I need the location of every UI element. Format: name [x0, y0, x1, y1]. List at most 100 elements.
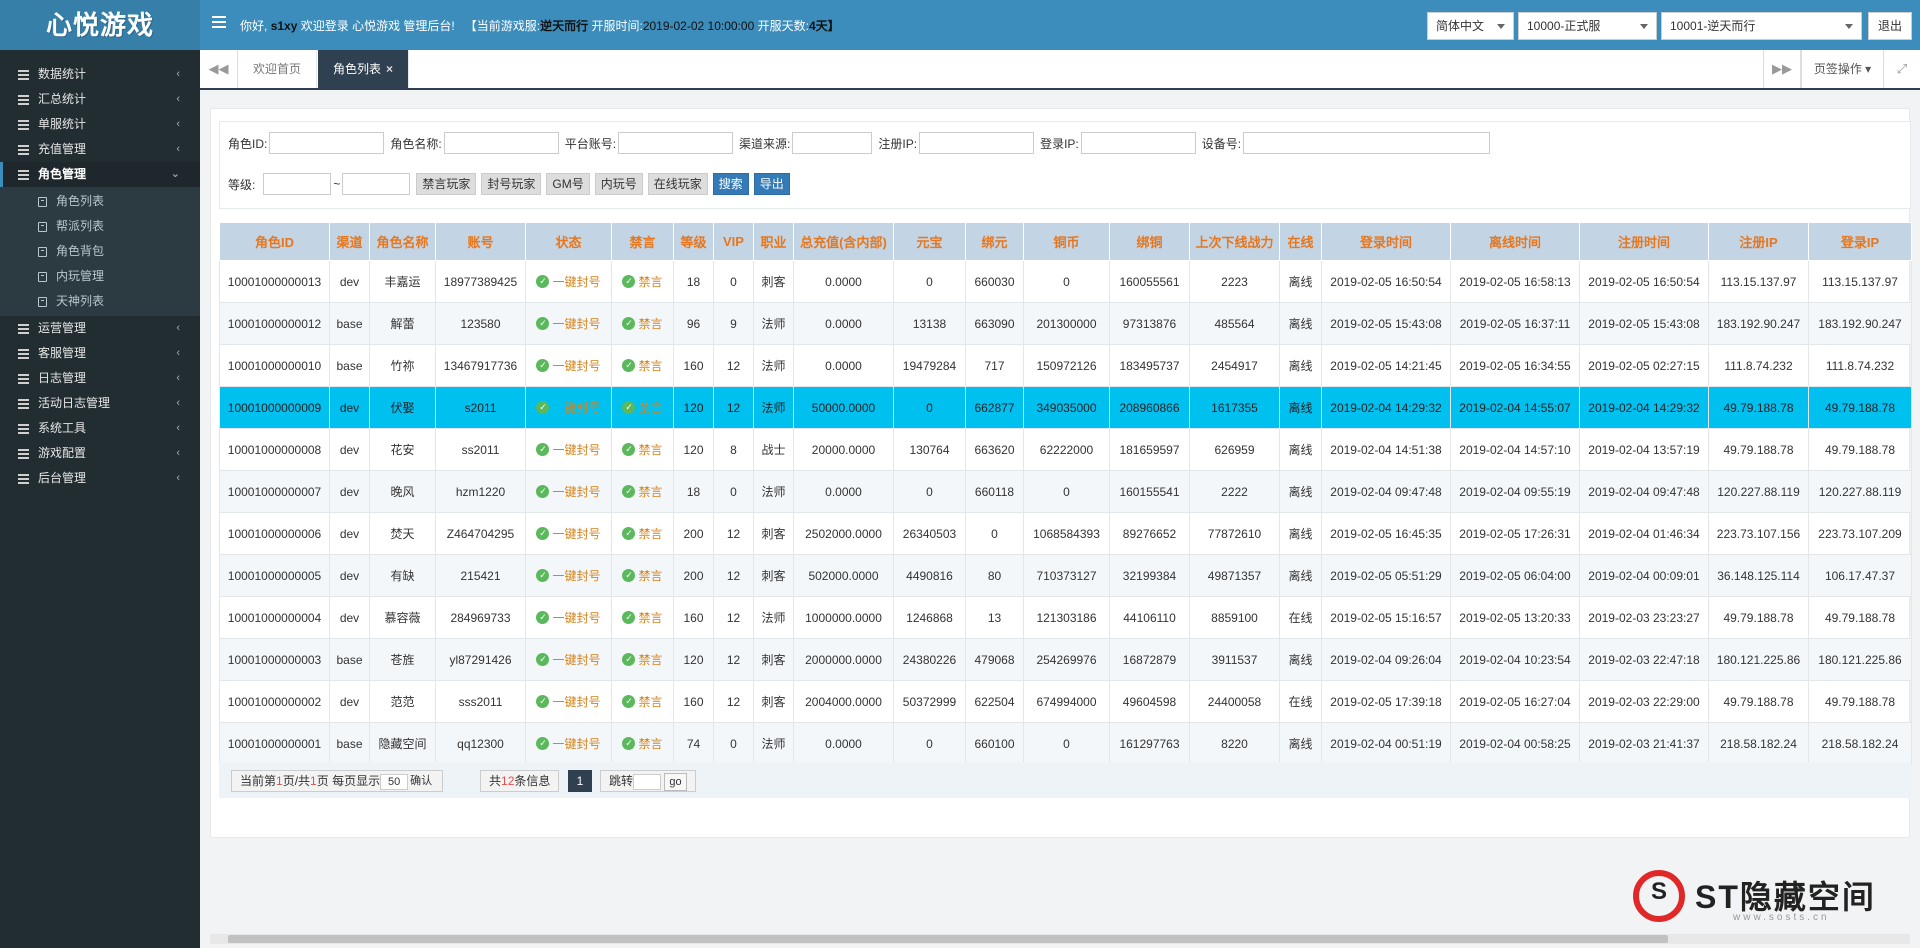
channel-input[interactable]: [792, 132, 873, 154]
column-header[interactable]: 注册IP: [1708, 222, 1809, 261]
sidebar-item-a6[interactable]: 后台管理 ‹: [0, 466, 200, 491]
mute-button[interactable]: ✓ 禁言: [622, 735, 663, 752]
cell-role-name[interactable]: 竹祢: [369, 344, 436, 387]
close-icon[interactable]: ×: [386, 62, 393, 76]
mute-button[interactable]: ✓ 禁言: [622, 441, 663, 458]
table-row[interactable]: 10001000000012 base 解蕾 123580 ✓ 一键封号 ✓ 禁言 96 9 法师 0…: [219, 302, 1912, 345]
export-button[interactable]: 导出: [753, 173, 790, 195]
sidebar-item-b2[interactable]: 单服统计 ‹: [0, 112, 200, 137]
column-header[interactable]: 状态: [525, 222, 612, 261]
page-size-input[interactable]: 50: [380, 773, 409, 790]
role-name-input[interactable]: [443, 132, 559, 154]
mute-button[interactable]: ✓ 禁言: [622, 315, 663, 332]
table-row[interactable]: 10001000000010 base 竹祢 13467917736 ✓ 一键封号 ✓ 禁言 1…: [219, 344, 1912, 387]
column-header[interactable]: 上次下线战力: [1189, 222, 1280, 261]
reg-ip-input[interactable]: [919, 132, 1035, 154]
cell-role-name[interactable]: 苍旌: [369, 638, 436, 681]
column-header[interactable]: 元宝: [893, 222, 966, 261]
cell-role-name[interactable]: 慕容薇: [369, 596, 436, 639]
table-row[interactable]: 10001000000004 dev 慕容薇 284969733 ✓ 一键封号 ✓ 禁言 160…: [219, 596, 1912, 639]
ban-button[interactable]: ✓ 一键封号: [536, 315, 601, 332]
go-button[interactable]: go: [664, 772, 687, 791]
mute-button[interactable]: ✓ 禁言: [622, 693, 663, 710]
internal-account-button[interactable]: 内玩号: [594, 173, 643, 195]
column-header[interactable]: 渠道: [329, 222, 370, 261]
mute-button[interactable]: ✓ 禁言: [622, 357, 663, 374]
sidebar-item-a1[interactable]: 客服管理 ‹: [0, 341, 200, 366]
sidebar-subitem-4[interactable]: 天神列表: [0, 289, 200, 314]
server-group-select[interactable]: 10000-正式服: [1518, 12, 1657, 40]
tab-prev-icon[interactable]: ◀◀: [200, 50, 238, 88]
cell-role-name[interactable]: 伏娶: [369, 386, 436, 429]
sidebar-item-b1[interactable]: 汇总统计 ‹: [0, 87, 200, 112]
sidebar-item-a0[interactable]: 运营管理 ‹: [0, 316, 200, 341]
column-header[interactable]: 登录时间: [1321, 222, 1451, 261]
mute-button[interactable]: ✓ 禁言: [622, 483, 663, 500]
cell-role-name[interactable]: 晚风: [369, 470, 436, 513]
sidebar-subitem-3[interactable]: 内玩管理: [0, 264, 200, 289]
logout-button[interactable]: 退出: [1868, 12, 1912, 40]
table-row[interactable]: 10001000000006 dev 焚天 Z464704295 ✓ 一键封号 ✓ 禁言 200…: [219, 512, 1912, 555]
app-logo[interactable]: 心悦游戏: [0, 0, 200, 50]
banned-players-button[interactable]: 封号玩家: [481, 173, 542, 195]
sidebar-item-a2[interactable]: 日志管理 ‹: [0, 366, 200, 391]
role-id-input[interactable]: [269, 132, 385, 154]
ban-button[interactable]: ✓ 一键封号: [536, 357, 601, 374]
sidebar-item-role-management[interactable]: 角色管理 ⌄: [0, 162, 200, 187]
mute-button[interactable]: ✓ 禁言: [622, 609, 663, 626]
muted-players-button[interactable]: 禁言玩家: [416, 173, 477, 195]
cell-role-name[interactable]: 解蕾: [369, 302, 436, 345]
table-row[interactable]: 10001000000007 dev 晚风 hzm1220 ✓ 一键封号 ✓ 禁言 18 0 法师 0…: [219, 470, 1912, 513]
column-header[interactable]: 注册时间: [1579, 222, 1709, 261]
table-row[interactable]: 10001000000005 dev 有缺 215421 ✓ 一键封号 ✓ 禁言 200 12 刺客…: [219, 554, 1912, 597]
mute-button[interactable]: ✓ 禁言: [622, 651, 663, 668]
column-header[interactable]: 绑元: [965, 222, 1024, 261]
table-row[interactable]: 10001000000002 dev 范范 sss2011 ✓ 一键封号 ✓ 禁言 160 12 刺…: [219, 680, 1912, 723]
device-input[interactable]: [1243, 132, 1491, 154]
ban-button[interactable]: ✓ 一键封号: [536, 399, 601, 416]
page-size-confirm-button[interactable]: 确认: [408, 773, 434, 791]
cell-role-name[interactable]: 焚天: [369, 512, 436, 555]
cell-role-name[interactable]: 隐藏空间: [369, 722, 436, 765]
column-header[interactable]: 账号: [435, 222, 526, 261]
sidebar-item-a3[interactable]: 活动日志管理 ‹: [0, 391, 200, 416]
table-row[interactable]: 10001000000001 base 隐藏空间 qq12300 ✓ 一键封号 ✓ 禁言 74 0…: [219, 722, 1912, 765]
language-select[interactable]: 简体中文: [1427, 12, 1514, 40]
server-select[interactable]: 10001-逆天而行: [1661, 12, 1862, 40]
sidebar-toggle-icon[interactable]: [212, 16, 226, 32]
cell-role-name[interactable]: 丰嘉运: [369, 260, 436, 303]
ban-button[interactable]: ✓ 一键封号: [536, 693, 601, 710]
column-header[interactable]: 角色ID: [219, 222, 330, 261]
ban-button[interactable]: ✓ 一键封号: [536, 651, 601, 668]
ban-button[interactable]: ✓ 一键封号: [536, 567, 601, 584]
ban-button[interactable]: ✓ 一键封号: [536, 609, 601, 626]
cell-role-name[interactable]: 有缺: [369, 554, 436, 597]
column-header[interactable]: 等级: [673, 222, 714, 261]
tab-home[interactable]: 欢迎首页: [238, 50, 318, 88]
ban-button[interactable]: ✓ 一键封号: [536, 483, 601, 500]
table-row[interactable]: 10001000000013 dev 丰嘉运 18977389425 ✓ 一键封号 ✓ 禁言 1…: [219, 260, 1912, 303]
column-header[interactable]: 总充值(含内部): [793, 222, 894, 261]
table-row[interactable]: 10001000000003 base 苍旌 yl87291426 ✓ 一键封号 ✓ 禁言 12…: [219, 638, 1912, 681]
ban-button[interactable]: ✓ 一键封号: [536, 441, 601, 458]
table-row[interactable]: 10001000000008 dev 花安 ss2011 ✓ 一键封号 ✓ 禁言 120 8 战士 2…: [219, 428, 1912, 471]
sidebar-subitem-2[interactable]: 角色背包: [0, 239, 200, 264]
sidebar-item-b3[interactable]: 充值管理 ‹: [0, 137, 200, 162]
column-header[interactable]: 禁言: [611, 222, 674, 261]
mute-button[interactable]: ✓ 禁言: [622, 273, 663, 290]
sidebar-item-a4[interactable]: 系统工具 ‹: [0, 416, 200, 441]
column-header[interactable]: 登录IP: [1808, 222, 1912, 261]
horizontal-scrollbar[interactable]: [210, 934, 1910, 944]
sidebar-subitem-0[interactable]: 角色列表: [0, 189, 200, 214]
table-row[interactable]: 10001000000009 dev 伏娶 s2011 ✓ 一键封号 ✓ 禁言 120 12 法师 5…: [219, 386, 1912, 429]
level-max-input[interactable]: [342, 173, 411, 195]
sidebar-item-a5[interactable]: 游戏配置 ‹: [0, 441, 200, 466]
ban-button[interactable]: ✓ 一键封号: [536, 525, 601, 542]
tab-next-icon[interactable]: ▶▶: [1763, 50, 1801, 88]
sidebar-subitem-1[interactable]: 帮派列表: [0, 214, 200, 239]
cell-role-name[interactable]: 范范: [369, 680, 436, 723]
level-min-input[interactable]: [263, 173, 332, 195]
login-ip-input[interactable]: [1080, 132, 1196, 154]
jump-page-input[interactable]: [633, 773, 662, 790]
tab-operations-dropdown[interactable]: 页签操作 ▾: [1801, 50, 1883, 88]
